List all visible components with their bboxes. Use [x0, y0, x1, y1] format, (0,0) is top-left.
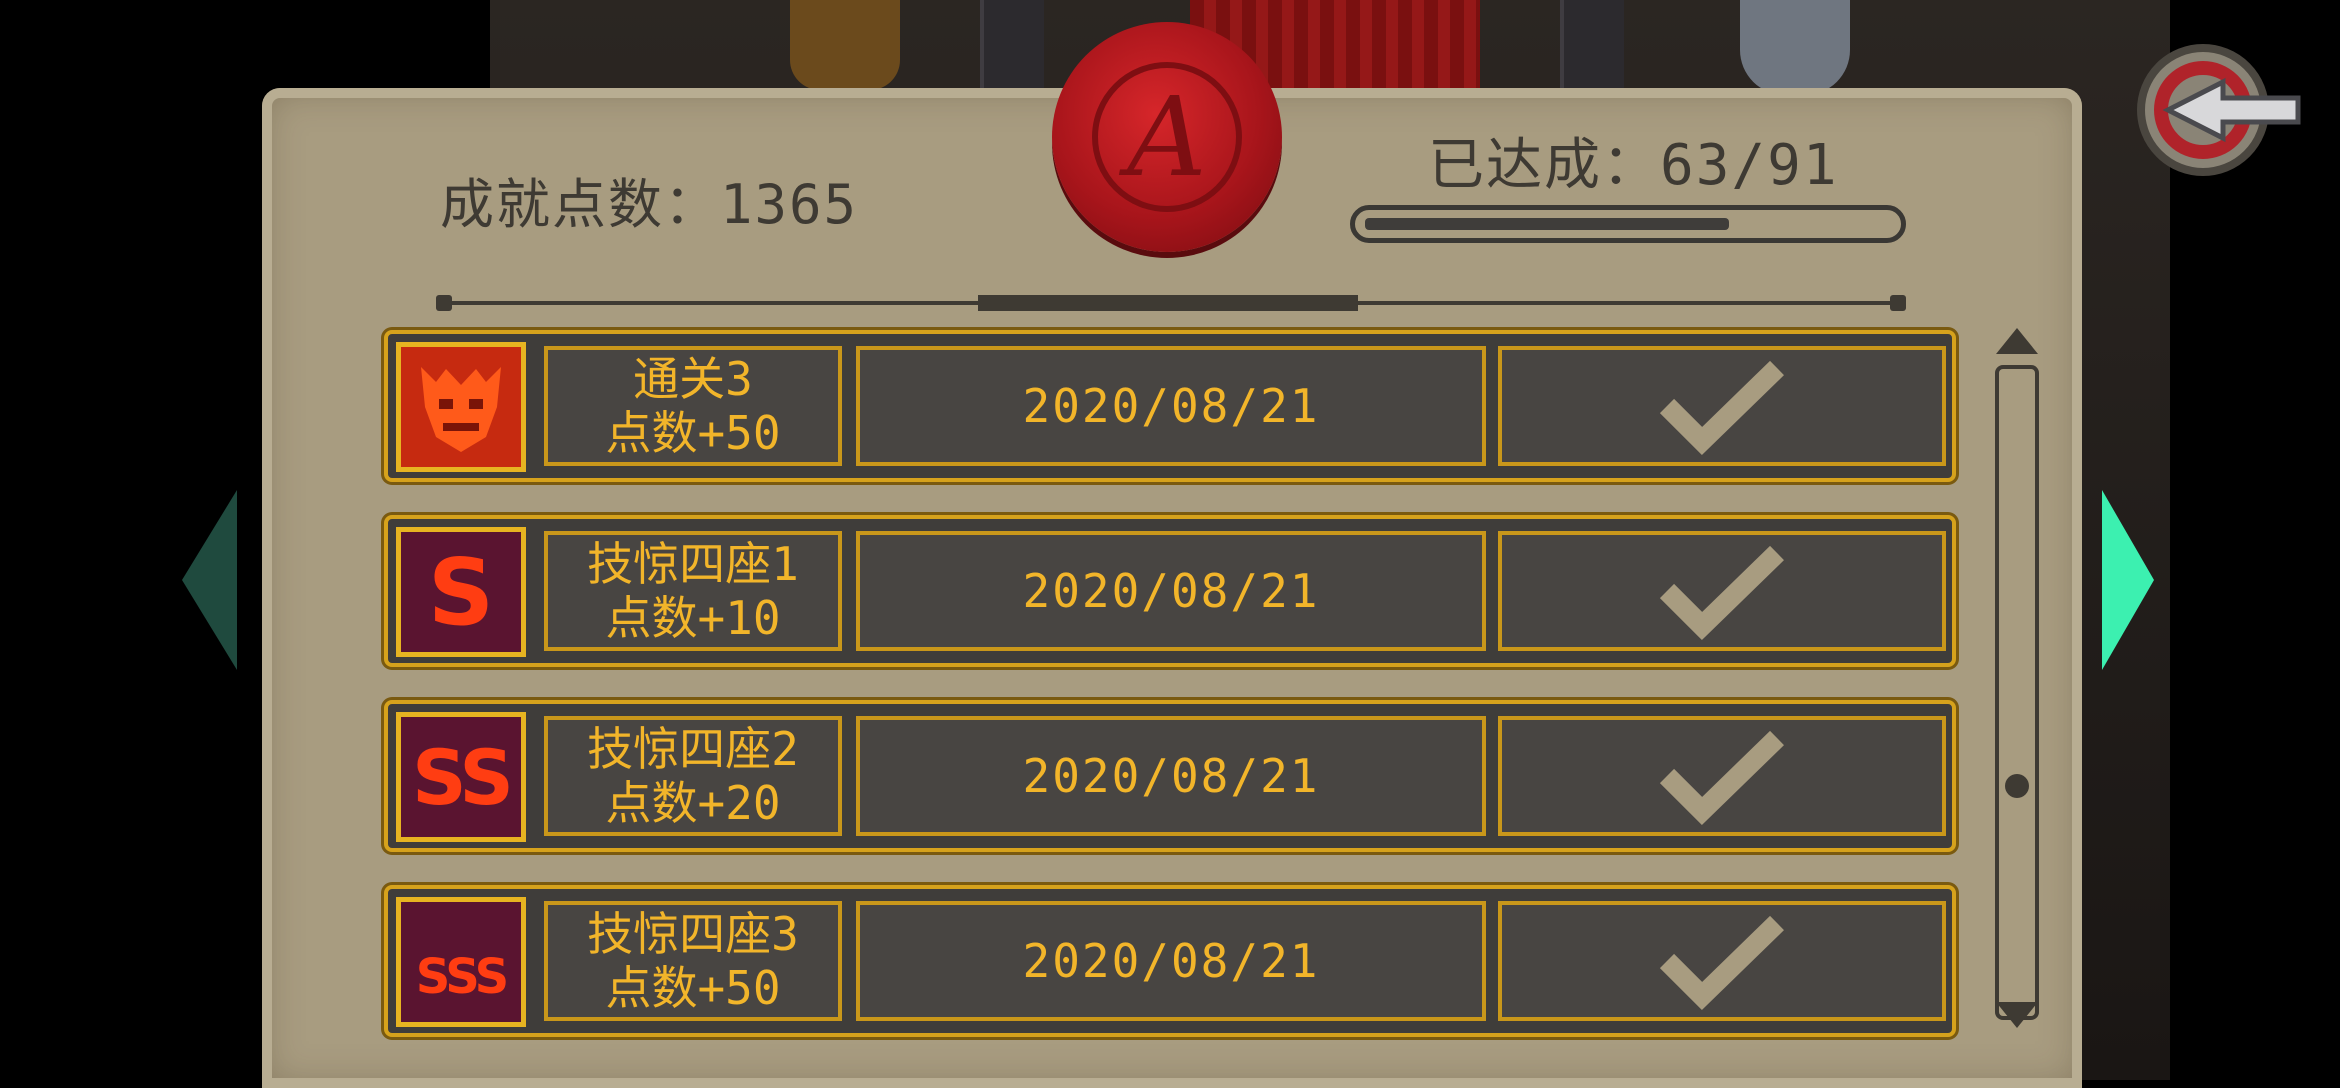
- achievement-reward: 点数+10: [605, 591, 781, 645]
- achievement-date-text: 2020/08/21: [1022, 379, 1320, 433]
- achievement-row[interactable]: SS 技惊四座2 点数+20 2020/08/21: [384, 700, 1956, 852]
- achievement-row[interactable]: S 技惊四座1 点数+10 2020/08/21: [384, 515, 1956, 667]
- achievement-date-text: 2020/08/21: [1022, 749, 1320, 803]
- divider-center: [978, 295, 1358, 311]
- header-divider: [436, 295, 1906, 311]
- rank-sss-icon: SSS: [396, 897, 526, 1027]
- progress-fill: [1365, 218, 1729, 230]
- golden-statue: [790, 0, 900, 90]
- achievement-date: 2020/08/21: [856, 901, 1486, 1021]
- seal-letter: A: [1092, 62, 1242, 212]
- back-button[interactable]: [2128, 30, 2308, 190]
- scrollbar-track[interactable]: [1995, 365, 2039, 1020]
- achievement-reward: 点数+20: [605, 776, 781, 830]
- achievement-name: 技惊四座1: [587, 537, 799, 591]
- divider-end: [436, 295, 452, 311]
- achievement-title: 技惊四座2 点数+20: [544, 716, 842, 836]
- achievement-date: 2020/08/21: [856, 531, 1486, 651]
- boss-face-icon: [396, 342, 526, 472]
- back-arrow-icon: [2137, 44, 2301, 176]
- rank-letter: S: [427, 538, 495, 646]
- achievement-date-text: 2020/08/21: [1022, 564, 1320, 618]
- achievement-title: 通关3 点数+50: [544, 346, 842, 466]
- achievement-title: 技惊四座3 点数+50: [544, 901, 842, 1021]
- achievement-row[interactable]: 通关3 点数+50 2020/08/21: [384, 330, 1956, 482]
- achievement-date-text: 2020/08/21: [1022, 934, 1320, 988]
- completed-check-icon: [1498, 531, 1946, 651]
- stone-statue: [1740, 0, 1850, 95]
- achievement-date: 2020/08/21: [856, 716, 1486, 836]
- divider-end: [1890, 295, 1906, 311]
- achievement-date: 2020/08/21: [856, 346, 1486, 466]
- wax-seal-icon: A: [1052, 22, 1282, 252]
- rank-letter: SSS: [415, 949, 509, 1005]
- achievement-progress-bar: [1350, 205, 1906, 243]
- achievement-title: 技惊四座1 点数+10: [544, 531, 842, 651]
- achieved-count: 已达成：63/91: [1428, 133, 1839, 198]
- previous-page-arrow-icon[interactable]: [182, 490, 237, 670]
- scrollbar-thumb[interactable]: [2005, 774, 2029, 798]
- completed-check-icon: [1498, 901, 1946, 1021]
- achievement-reward: 点数+50: [605, 961, 781, 1015]
- completed-check-icon: [1498, 346, 1946, 466]
- scroll-up-arrow-icon[interactable]: [1996, 328, 2038, 354]
- rank-s-icon: S: [396, 527, 526, 657]
- rank-letter: SS: [411, 732, 514, 822]
- next-page-arrow-icon[interactable]: [2102, 490, 2154, 670]
- achievement-points: 成就点数：1365: [440, 173, 859, 236]
- achievement-name: 通关3: [633, 352, 753, 406]
- achievement-row[interactable]: SSS 技惊四座3 点数+50 2020/08/21: [384, 885, 1956, 1037]
- completed-check-icon: [1498, 716, 1946, 836]
- achievement-reward: 点数+50: [605, 406, 781, 460]
- achievement-name: 技惊四座2: [587, 722, 799, 776]
- achievement-name: 技惊四座3: [587, 907, 799, 961]
- rank-ss-icon: SS: [396, 712, 526, 842]
- scroll-down-arrow-icon[interactable]: [1996, 1002, 2038, 1028]
